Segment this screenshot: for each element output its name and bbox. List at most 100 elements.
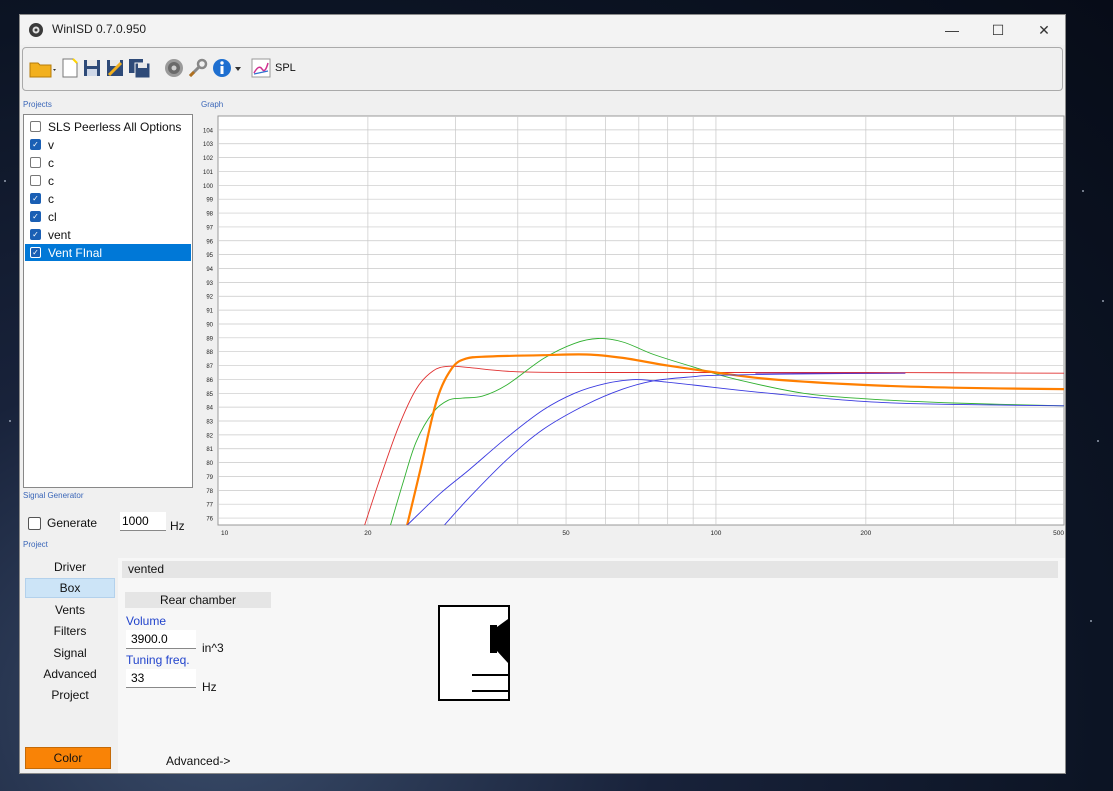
save-all-icon xyxy=(129,59,151,79)
toolbar: SPL xyxy=(22,47,1063,91)
y-tick-label: 98 xyxy=(206,212,213,218)
y-tick-label: 89 xyxy=(206,336,213,342)
nav-box[interactable]: Box xyxy=(25,578,115,598)
wrench-icon xyxy=(188,58,208,78)
y-tick-label: 104 xyxy=(203,128,214,134)
project-item[interactable]: ✓ v xyxy=(25,136,191,153)
nav-filters[interactable]: Filters xyxy=(25,621,115,641)
new-project-button[interactable] xyxy=(61,56,79,80)
y-tick-label: 79 xyxy=(206,475,213,481)
nav-driver[interactable]: Driver xyxy=(25,557,115,577)
signal-generator-group-label: Signal Generator xyxy=(23,491,84,500)
y-tick-label: 99 xyxy=(206,198,213,204)
generate-toggle[interactable]: Generate xyxy=(28,512,97,534)
y-tick-label: 78 xyxy=(206,489,213,495)
vented-box-diagram xyxy=(438,605,510,701)
save-all-button[interactable] xyxy=(128,56,152,80)
project-name: v xyxy=(48,137,54,152)
nav-vents[interactable]: Vents xyxy=(25,600,115,620)
new-file-icon xyxy=(62,58,78,78)
spl-graph[interactable]: 76 77 78 79 80 81 82 83 84 85 86 87 88 89 90 91 92 93 94 95… xyxy=(196,114,1066,540)
title-bar: WinISD 0.7.0.950 — ☐ ✕ xyxy=(20,15,1065,45)
y-tick-label: 91 xyxy=(206,309,213,315)
project-name: Vent FInal xyxy=(48,245,103,260)
save-icon xyxy=(84,60,100,76)
y-tick-label: 88 xyxy=(206,350,213,356)
minimize-button[interactable]: — xyxy=(929,15,975,45)
nav-project[interactable]: Project xyxy=(25,685,115,705)
background-star xyxy=(1082,190,1084,192)
save-as-button[interactable] xyxy=(105,56,125,80)
spl-graph-button[interactable]: SPL xyxy=(251,56,296,80)
y-tick-label: 84 xyxy=(206,406,213,412)
y-tick-label: 80 xyxy=(206,461,213,467)
signal-frequency-unit: Hz xyxy=(170,519,185,533)
y-tick-label: 93 xyxy=(206,281,213,287)
y-tick-label: 81 xyxy=(206,447,213,453)
project-name: SLS Peerless All Options xyxy=(48,119,182,134)
project-checkbox[interactable]: ✓ xyxy=(30,139,41,150)
y-tick-label: 92 xyxy=(206,295,213,301)
save-button[interactable] xyxy=(82,56,102,80)
nav-signal[interactable]: Signal xyxy=(25,643,115,663)
y-tick-label: 95 xyxy=(206,253,213,259)
advanced-button[interactable]: Advanced-> xyxy=(166,754,230,768)
project-item-selected[interactable]: ✓ Vent FInal xyxy=(25,244,191,261)
background-star xyxy=(1090,620,1092,622)
y-tick-label: 86 xyxy=(206,378,213,384)
project-item[interactable]: ✓ vent xyxy=(25,226,191,243)
close-button[interactable]: ✕ xyxy=(1021,15,1065,45)
y-tick-label: 94 xyxy=(206,267,213,273)
project-checkbox[interactable] xyxy=(30,175,41,186)
background-star xyxy=(1102,300,1104,302)
y-tick-label: 83 xyxy=(206,420,213,426)
project-checkbox[interactable]: ✓ xyxy=(30,229,41,240)
project-checkbox[interactable]: ✓ xyxy=(30,193,41,204)
project-item[interactable]: c xyxy=(25,154,191,171)
nav-advanced[interactable]: Advanced xyxy=(25,664,115,684)
y-tick-label: 82 xyxy=(206,433,213,439)
speaker-driver-icon xyxy=(165,59,183,77)
project-checkbox[interactable]: ✓ xyxy=(30,247,41,258)
volume-input[interactable] xyxy=(126,630,196,649)
y-tick-label: 76 xyxy=(206,517,213,523)
project-item[interactable]: ✓ cl xyxy=(25,208,191,225)
box-type-selector[interactable]: vented xyxy=(122,561,1058,578)
signal-frequency-input[interactable] xyxy=(120,512,166,531)
info-icon xyxy=(213,59,241,77)
save-as-icon xyxy=(107,60,123,77)
open-project-button[interactable] xyxy=(29,56,57,80)
background-star xyxy=(4,180,6,182)
rear-chamber-header: Rear chamber xyxy=(125,592,271,608)
color-button[interactable]: Color xyxy=(25,747,111,769)
generate-checkbox[interactable] xyxy=(28,516,41,530)
winisd-logo-icon xyxy=(29,23,43,37)
project-name: c xyxy=(48,191,54,206)
project-name: vent xyxy=(48,227,71,242)
app-window: WinISD 0.7.0.950 — ☐ ✕ SPL Projects Grap… xyxy=(19,14,1066,774)
project-name: c xyxy=(48,155,54,170)
volume-unit: in^3 xyxy=(202,641,224,655)
maximize-button[interactable]: ☐ xyxy=(975,15,1021,45)
y-tick-label: 77 xyxy=(206,503,213,509)
project-checkbox[interactable] xyxy=(30,157,41,168)
y-tick-label: 103 xyxy=(203,142,214,148)
x-tick-label: 20 xyxy=(364,530,372,537)
project-checkbox[interactable] xyxy=(30,121,41,132)
x-tick-label: 500 xyxy=(1053,530,1064,537)
project-checkbox[interactable]: ✓ xyxy=(30,211,41,222)
projects-group-label: Projects xyxy=(23,100,52,109)
graph-icon xyxy=(251,58,271,78)
project-item[interactable]: c xyxy=(25,172,191,189)
graph-group-label: Graph xyxy=(201,100,224,109)
info-button[interactable] xyxy=(211,56,243,80)
y-tick-label: 96 xyxy=(206,239,213,245)
plot-background xyxy=(217,115,1065,526)
project-item[interactable]: ✓ c xyxy=(25,190,191,207)
tuning-freq-input[interactable] xyxy=(126,669,196,688)
tools-button[interactable] xyxy=(187,56,209,80)
x-tick-label: 50 xyxy=(562,530,570,537)
driver-editor-button[interactable] xyxy=(163,56,185,80)
background-star xyxy=(9,420,11,422)
project-item[interactable]: SLS Peerless All Options xyxy=(25,118,191,135)
